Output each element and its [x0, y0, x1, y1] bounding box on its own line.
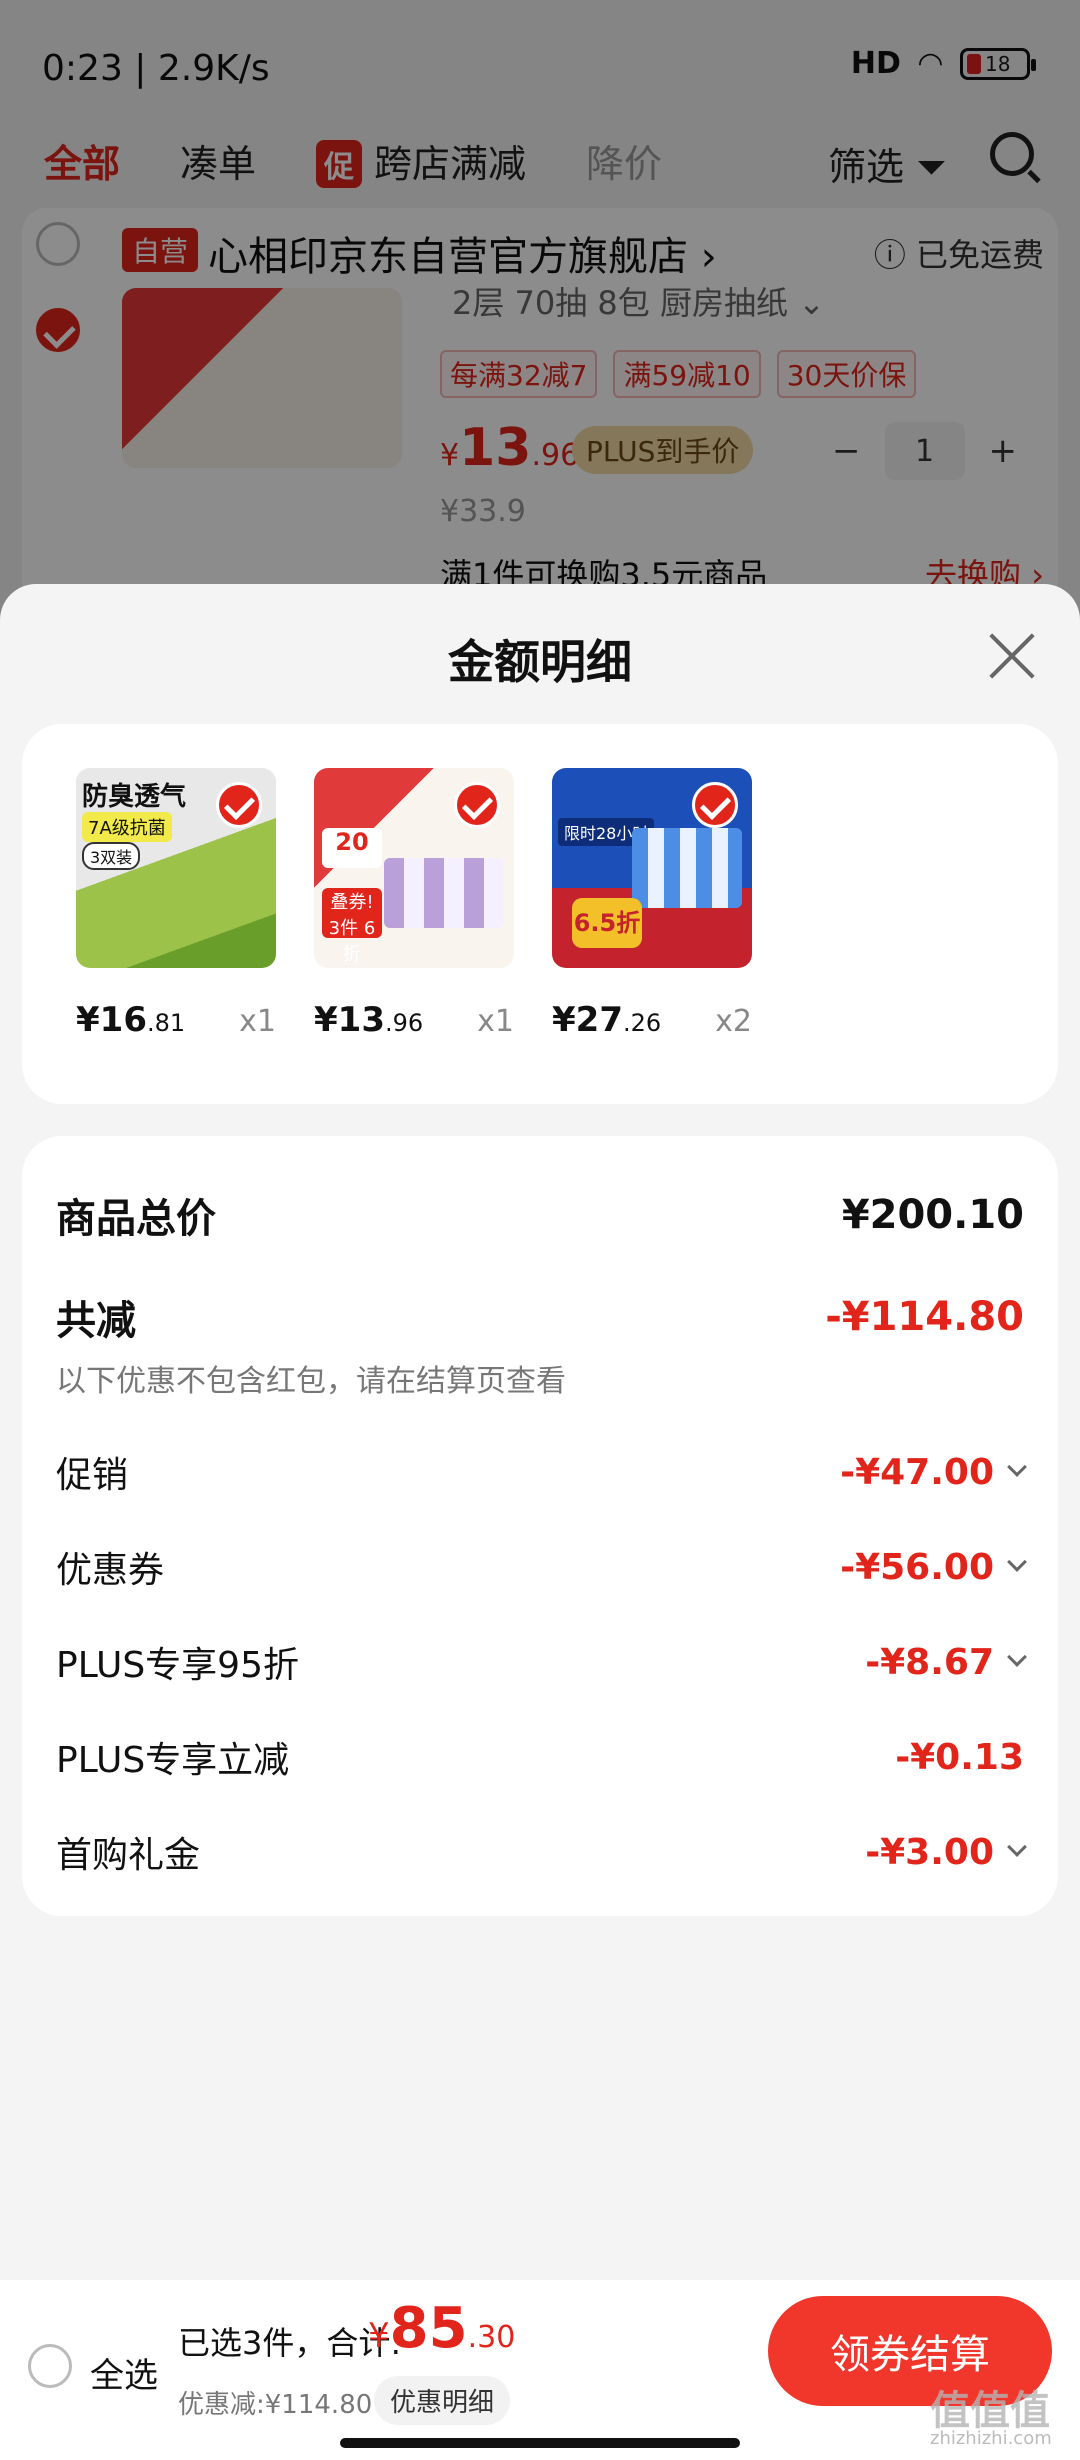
dim-overlay[interactable] — [0, 0, 1080, 620]
item-thumbnail[interactable]: 20 叠券! 3件 6折 — [314, 768, 514, 968]
selected-item[interactable]: 防臭透气 7A级抗菌 3双装 ¥16.81 x1 — [76, 768, 276, 1040]
summary-reduce-row: 共减 -¥114.80 — [56, 1294, 1024, 1344]
check-icon — [454, 782, 500, 828]
item-quantity: x1 — [239, 1004, 276, 1039]
item-price: ¥16.81 — [76, 1000, 186, 1040]
chevron-down-icon — [1007, 1647, 1027, 1667]
total-price: ¥85.30 — [368, 2296, 516, 2361]
check-icon — [692, 782, 738, 828]
selected-item[interactable]: 20 叠券! 3件 6折 ¥13.96 x1 — [314, 768, 514, 1040]
discount-detail-button[interactable]: 优惠明细 — [374, 2376, 511, 2425]
item-price: ¥13.96 — [314, 1000, 424, 1040]
discount-note: 以下优惠不包含红包，请在结算页查看 — [56, 1364, 566, 1399]
summary-total-row: 商品总价 ¥200.10 — [56, 1192, 1024, 1242]
selected-items-card: 防臭透气 7A级抗菌 3双装 ¥16.81 x1 20 叠券! 3件 6折 ¥1… — [22, 724, 1058, 1104]
discount-amount: 优惠减:¥114.80 — [178, 2390, 373, 2420]
selected-item[interactable]: 限时28小时 6.5折 ¥27.26 x2 — [552, 768, 752, 1040]
item-quantity: x2 — [715, 1004, 752, 1039]
summary-promo-row[interactable]: 促销 -¥47.00 — [56, 1446, 1027, 1498]
amount-detail-sheet: 金额明细 防臭透气 7A级抗菌 3双装 ¥16.81 x1 20 叠券! 3件 … — [0, 584, 1080, 2284]
checkout-bar: 全选 已选3件，合计: ¥85.30 优惠减:¥114.80 优惠明细 领券结算 — [0, 2280, 1080, 2460]
item-thumbnail[interactable]: 限时28小时 6.5折 — [552, 768, 752, 968]
select-all-radio[interactable] — [28, 2344, 72, 2388]
chevron-down-icon — [1007, 1457, 1027, 1477]
summary-plus-cut-row: PLUS专享立减 -¥0.13 — [56, 1736, 1024, 1782]
check-icon — [216, 782, 262, 828]
summary-plus95-row[interactable]: PLUS专享95折 -¥8.67 — [56, 1636, 1027, 1688]
total-value: ¥200.10 — [841, 1192, 1024, 1238]
item-quantity: x1 — [477, 1004, 514, 1039]
summary-first-buy-row[interactable]: 首购礼金 -¥3.00 — [56, 1826, 1027, 1878]
watermark-site: zhizhizhi.com — [930, 2428, 1052, 2449]
home-indicator[interactable] — [340, 2438, 740, 2448]
summary-coupon-row[interactable]: 优惠券 -¥56.00 — [56, 1541, 1027, 1593]
chevron-down-icon — [1007, 1837, 1027, 1857]
item-thumbnail[interactable]: 防臭透气 7A级抗菌 3双装 — [76, 768, 276, 968]
close-icon[interactable] — [988, 630, 1038, 680]
chevron-down-icon — [1007, 1552, 1027, 1572]
price-summary-card: 商品总价 ¥200.10 共减 -¥114.80 以下优惠不包含红包，请在结算页… — [22, 1136, 1058, 1916]
item-price: ¥27.26 — [552, 1000, 662, 1040]
sheet-title: 金额明细 — [448, 635, 632, 689]
reduce-value: -¥114.80 — [825, 1294, 1024, 1340]
select-all-label[interactable]: 全选 — [90, 2348, 158, 2397]
background-page: 0:23 | 2.9K/s HD ◠ 18 全部 凑单 促跨店满减 降价 筛选 … — [0, 0, 1080, 628]
